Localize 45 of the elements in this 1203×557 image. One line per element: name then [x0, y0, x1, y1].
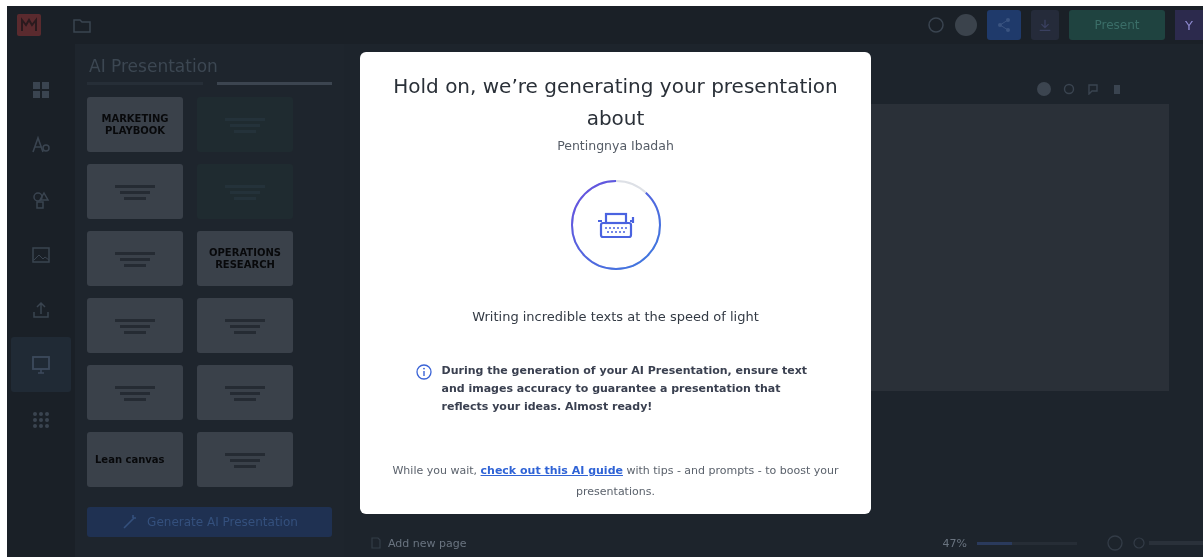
color-swatch[interactable]: [1037, 82, 1051, 96]
template-card[interactable]: [87, 164, 183, 219]
sidebar-item[interactable]: [11, 337, 71, 392]
logo-icon[interactable]: [17, 14, 41, 36]
folder-icon[interactable]: [73, 17, 91, 33]
share-button[interactable]: [987, 10, 1021, 40]
notice-text: During the generation of your AI Presentation, ensure text and images accuracy to guarantee a presentation that reflects your ideas. Almost ready!: [441, 363, 809, 415]
rotate-icon[interactable]: [1063, 83, 1075, 95]
avatar-circle[interactable]: [955, 14, 977, 36]
template-card[interactable]: MARKETING PLAYBOOK: [87, 97, 183, 152]
report-icon[interactable]: [1133, 537, 1203, 549]
template-card[interactable]: [197, 432, 293, 487]
template-card[interactable]: OPERATIONS RESEARCH: [197, 231, 293, 286]
upload-icon: [31, 299, 51, 320]
image-icon: [31, 244, 51, 265]
add-page-icon: [370, 537, 382, 549]
zoom-slider[interactable]: [977, 541, 1077, 545]
text-icon: [31, 134, 51, 155]
tab[interactable]: [216, 82, 332, 85]
presentation-icon: [31, 354, 51, 375]
template-card[interactable]: [87, 365, 183, 420]
template-card[interactable]: Lean canvas: [87, 432, 183, 487]
grid-icon: [31, 79, 51, 100]
guide-link[interactable]: check out this AI guide: [480, 464, 623, 477]
template-card[interactable]: [197, 298, 293, 353]
modal-title: Hold on, we’re generating your presentation about: [392, 73, 839, 132]
share-icon: [995, 16, 1013, 34]
shapes-icon: [31, 189, 51, 210]
zoom-percentage: 47%: [942, 536, 967, 550]
add-page-button[interactable]: Add new page: [364, 535, 473, 551]
trash-icon[interactable]: [1111, 83, 1123, 95]
template-card[interactable]: [87, 298, 183, 353]
apps-icon: [31, 409, 51, 430]
typewriter-icon: [596, 212, 635, 239]
template-card[interactable]: [87, 231, 183, 286]
comment-icon[interactable]: [1087, 83, 1099, 95]
user-avatar[interactable]: Y: [1175, 10, 1203, 40]
info-icon: [415, 364, 432, 380]
comment-icon[interactable]: [927, 16, 945, 34]
status-text: Writing incredible texts at the speed of light: [472, 309, 759, 324]
footer-text: While you wait, check out this AI guide with tips - and prompts - to boost your presentations.: [391, 463, 840, 500]
template-card[interactable]: [197, 365, 293, 420]
help-icon[interactable]: [1107, 535, 1123, 551]
topic-text: Pentingnya Ibadah: [557, 138, 674, 153]
download-button[interactable]: [1031, 10, 1059, 40]
